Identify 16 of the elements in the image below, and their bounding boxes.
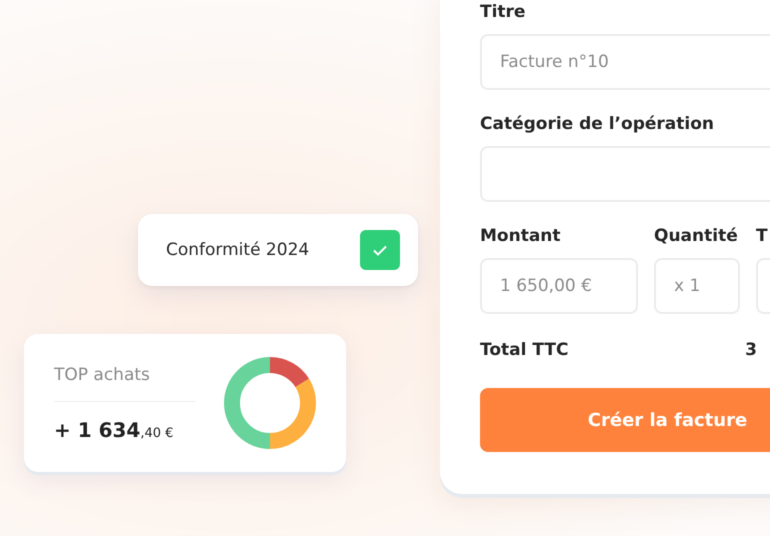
compliance-label: Conformité 2024: [166, 240, 310, 260]
field-label: T: [756, 226, 769, 246]
total-value: 3: [745, 340, 757, 360]
title-input[interactable]: Facture n°10: [480, 34, 770, 90]
purchases-amount: + 1 634,40 €: [54, 416, 174, 442]
amount-input[interactable]: 1 650,00 €: [480, 258, 638, 314]
purchases-title: TOP achats: [54, 364, 196, 402]
create-invoice-button[interactable]: Créer la facture: [480, 388, 770, 452]
category-label: Catégorie de l’opération: [480, 114, 715, 134]
amount-input[interactable]: x 1: [654, 258, 740, 314]
field-label: Quantité: [654, 226, 739, 246]
title-label: Titre: [480, 2, 526, 22]
checkbox[interactable]: [360, 230, 400, 270]
check-icon: [373, 244, 387, 256]
total-label: Total TTC: [480, 340, 568, 360]
field-label: Montant: [480, 226, 562, 246]
